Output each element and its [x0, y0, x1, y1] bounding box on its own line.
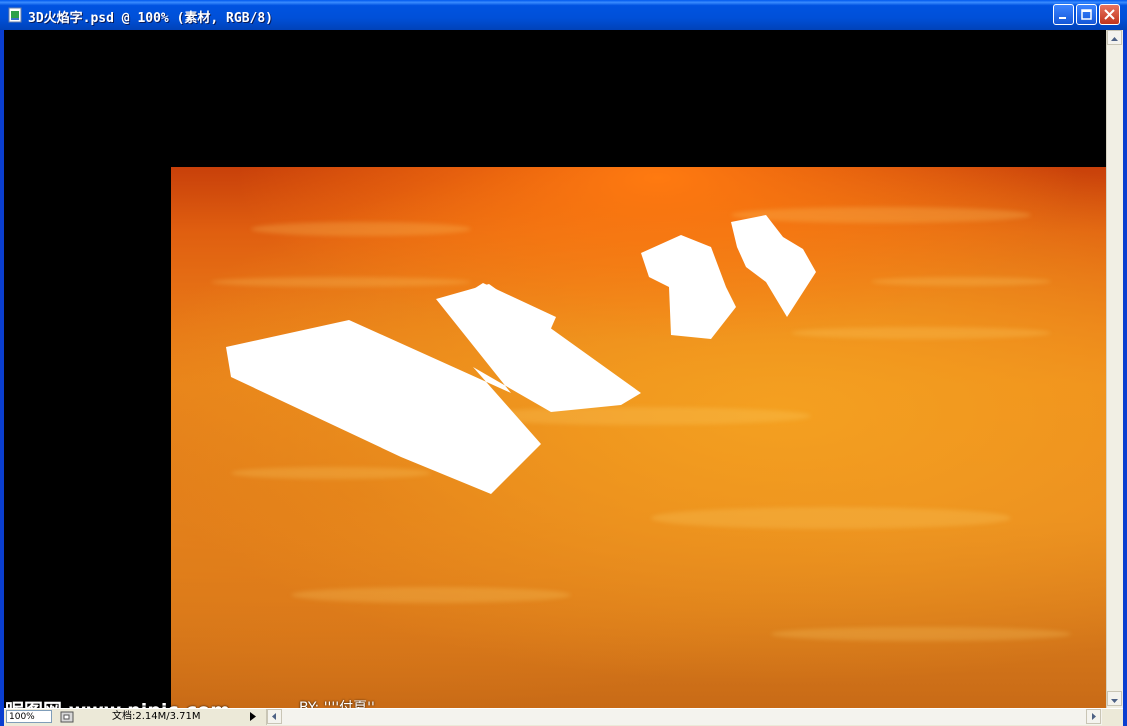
minimize-button[interactable] — [1053, 4, 1074, 25]
site-watermark: 昵图网 www.nipic.com — [5, 696, 230, 708]
zoom-value: 100% — [9, 712, 35, 722]
zoom-input[interactable]: 100% — [6, 710, 52, 723]
scroll-down-button[interactable] — [1107, 691, 1122, 706]
maximize-button[interactable] — [1076, 4, 1097, 25]
maximize-icon — [1081, 9, 1092, 20]
title-bar[interactable]: 3D火焰字.psd @ 100% (素材, RGB/8) — [0, 0, 1127, 30]
arrow-down-icon — [1111, 699, 1118, 703]
document-size-info: 文档:2.14M/3.71M — [112, 711, 201, 722]
document-icon — [8, 7, 22, 23]
minimize-icon — [1059, 17, 1066, 19]
window-frame: BY: ''''付夏'' 昵图网 www.nipic.com 100% 文档:2… — [0, 30, 1127, 726]
close-icon — [1104, 9, 1115, 20]
letter-dot-shape — [731, 215, 816, 317]
credit-watermark: BY: ''''付夏'' — [299, 700, 375, 708]
arrow-left-icon — [272, 713, 276, 720]
scroll-up-button[interactable] — [1107, 30, 1122, 45]
window-title: 3D火焰字.psd @ 100% (素材, RGB/8) — [28, 11, 274, 26]
status-menu-arrow-icon[interactable] — [246, 710, 259, 723]
status-bar: 100% 文档:2.14M/3.71M — [4, 708, 1123, 726]
fire-sky-image: BY: ''''付夏'' — [171, 167, 1106, 708]
letter-c-shape — [641, 235, 736, 339]
arrow-right-icon — [1092, 713, 1096, 720]
document-window: 3D火焰字.psd @ 100% (素材, RGB/8) BY: ''''付夏'… — [0, 0, 1127, 726]
letter-n-shape — [226, 284, 641, 494]
navigator-icon[interactable] — [60, 711, 74, 723]
close-button[interactable] — [1099, 4, 1120, 25]
horizontal-scrollbar[interactable] — [266, 709, 1102, 725]
canvas-area[interactable]: BY: ''''付夏'' 昵图网 www.nipic.com — [4, 30, 1106, 708]
vertical-scrollbar[interactable] — [1106, 30, 1123, 708]
arrow-up-icon — [1111, 37, 1118, 41]
letter-shapes — [226, 215, 816, 494]
scroll-left-button[interactable] — [267, 709, 282, 724]
scroll-right-button[interactable] — [1086, 709, 1101, 724]
